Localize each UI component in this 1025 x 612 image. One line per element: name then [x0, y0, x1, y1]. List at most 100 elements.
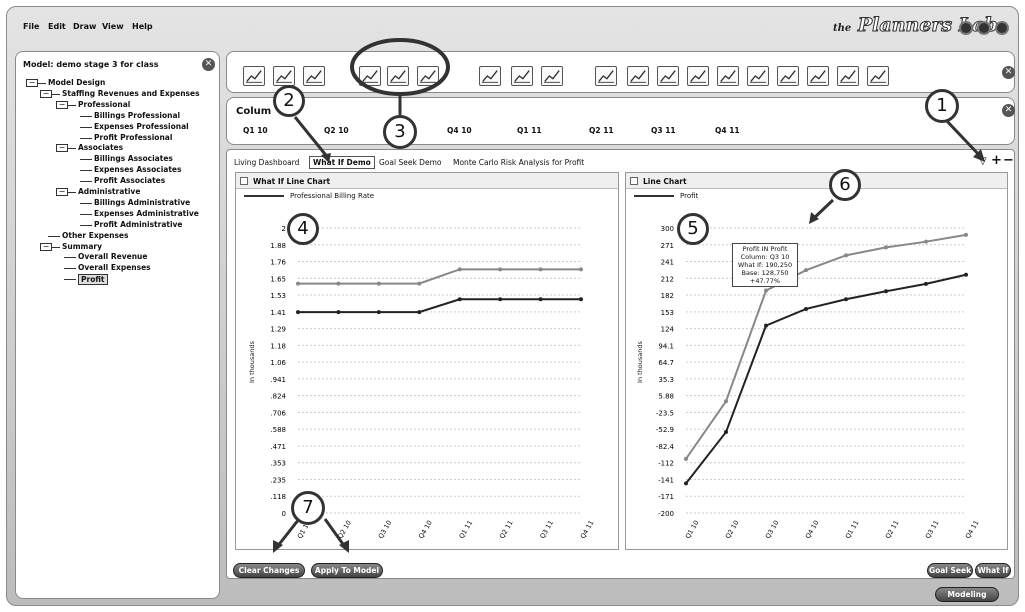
goal-seek-button[interactable]: Goal Seek — [927, 563, 973, 578]
add-tab-icon[interactable]: + — [991, 153, 1002, 168]
tree-node[interactable]: Billings Associates — [94, 154, 173, 163]
y-tick-label: 212 — [661, 275, 674, 283]
menu-draw[interactable]: Draw — [73, 22, 96, 31]
tree-collapse-icon[interactable]: − — [56, 188, 68, 196]
chart-icon[interactable] — [595, 66, 617, 86]
column-header[interactable]: Q2 11 — [589, 126, 614, 135]
y-tick-label: .353 — [270, 460, 286, 468]
tree-collapse-icon[interactable]: − — [56, 144, 68, 153]
data-point — [538, 297, 543, 302]
goal-seek-icon[interactable] — [777, 66, 799, 86]
tooltip-line: What If: 190,250 — [737, 261, 793, 269]
tree-collapse-icon[interactable]: − — [40, 242, 52, 251]
y-tick-label: 1.65 — [270, 275, 286, 283]
collapse-icon[interactable]: ▽ — [979, 156, 987, 167]
callout-7: 7 — [291, 491, 325, 525]
text-icon[interactable] — [867, 66, 889, 86]
model-title: Model: demo stage 3 for class — [23, 60, 159, 69]
bar-chart-icon[interactable] — [273, 66, 295, 86]
tab-what-if-demo[interactable]: What If Demo — [309, 156, 375, 169]
tooltip-line: Base: 128,750 — [741, 269, 789, 277]
tree-node[interactable]: Billings Administrative — [94, 198, 190, 207]
column-header[interactable]: Q1 10 — [243, 126, 268, 135]
tab-living-dashboard[interactable]: Living Dashboard — [234, 158, 299, 167]
data-point — [579, 267, 583, 272]
column-header[interactable]: Q1 11 — [517, 126, 542, 135]
tree-node[interactable]: Profit Professional — [94, 133, 172, 142]
callout-6: 6 — [829, 169, 861, 201]
menu-help[interactable]: Help — [132, 22, 153, 31]
menu-bar: File Edit Draw View Help the Planners La… — [7, 7, 1018, 47]
tree-collapse-icon[interactable]: − — [40, 89, 52, 98]
column-header[interactable]: Q4 10 — [447, 126, 472, 135]
maximize-button[interactable] — [977, 21, 991, 35]
data-point — [764, 323, 768, 328]
y-tick-label: -171 — [658, 493, 674, 501]
callout-3: 3 — [383, 115, 417, 149]
column-header[interactable]: Q4 11 — [715, 126, 740, 135]
stacked-bar-icon[interactable] — [657, 66, 679, 86]
tree-node[interactable]: Model Design — [48, 78, 105, 87]
tree-node[interactable]: Administrative — [78, 187, 140, 196]
minimize-button[interactable] — [959, 21, 973, 35]
clear-changes-button[interactable]: Clear Changes — [233, 563, 305, 578]
line-chart-icon[interactable] — [243, 66, 265, 86]
tab-monte-carlo[interactable]: Monte Carlo Risk Analysis for Profit — [453, 158, 584, 167]
what-if-line-icon[interactable] — [359, 66, 381, 86]
tree-node[interactable]: Professional — [78, 100, 130, 109]
data-tooltip: Profit IN Profit Column: Q3 10 What If: … — [732, 243, 798, 287]
tree-node[interactable]: Other Expenses — [62, 231, 128, 240]
tree-node[interactable]: Profit — [78, 274, 108, 286]
tree-node[interactable]: Summary — [62, 242, 102, 251]
tree-node[interactable]: Expenses Associates — [94, 165, 181, 174]
globe-icon[interactable] — [837, 66, 859, 86]
tree-connector — [80, 170, 92, 172]
tree-collapse-icon[interactable]: − — [56, 100, 68, 109]
sensitivity-icon[interactable] — [747, 66, 769, 86]
scatter-icon[interactable] — [717, 66, 739, 86]
menu-view[interactable]: View — [102, 22, 124, 31]
data-point — [884, 289, 888, 294]
tree-node[interactable]: Staffing Revenues and Expenses — [62, 89, 200, 98]
compare-icon[interactable] — [807, 66, 829, 86]
series-line — [298, 268, 581, 285]
add-line-chart-icon[interactable] — [479, 66, 501, 86]
tree-node[interactable]: Associates — [78, 143, 123, 152]
column-header[interactable]: Q2 10 — [324, 126, 349, 135]
what-if-table-icon[interactable] — [417, 66, 439, 86]
tab-goal-seek-demo[interactable]: Goal Seek Demo — [379, 158, 441, 167]
apply-to-model-button[interactable]: Apply To Model — [311, 563, 383, 578]
tree-node[interactable]: Expenses Administrative — [94, 209, 199, 218]
close-window-button[interactable] — [995, 21, 1009, 35]
tree-collapse-icon[interactable]: − — [26, 79, 38, 87]
remove-tab-icon[interactable]: − — [1003, 153, 1014, 168]
x-tick-label: Q4 10 — [417, 519, 434, 540]
menu-file[interactable]: File — [23, 22, 39, 31]
table-icon[interactable] — [303, 66, 325, 86]
close-model-panel-icon[interactable]: ✕ — [202, 58, 215, 71]
modeling-button[interactable]: Modeling — [935, 587, 999, 602]
model-panel: Model: demo stage 3 for class ✕ Model De… — [15, 51, 220, 599]
data-point — [964, 272, 968, 277]
tree-node[interactable]: Billings Professional — [94, 111, 180, 120]
menu-edit[interactable]: Edit — [48, 22, 66, 31]
add-table-icon[interactable] — [541, 66, 563, 86]
y-tick-label: 64.7 — [658, 359, 674, 367]
y-tick-label: 1.29 — [270, 326, 286, 334]
column-header[interactable]: Q3 11 — [651, 126, 676, 135]
tree-node[interactable]: Profit Associates — [94, 176, 165, 185]
area-chart-icon[interactable] — [627, 66, 649, 86]
add-bar-chart-icon[interactable] — [511, 66, 533, 86]
close-columns-panel-icon[interactable]: ✕ — [1002, 104, 1015, 117]
tree-node[interactable]: Overall Expenses — [78, 263, 151, 272]
data-point — [884, 245, 888, 250]
tree-chart-icon[interactable] — [687, 66, 709, 86]
tree-node[interactable]: Profit Administrative — [94, 220, 183, 229]
tree-node[interactable]: Expenses Professional — [94, 122, 189, 131]
tree-node[interactable]: Overall Revenue — [78, 252, 147, 261]
x-tick-label: Q1 10 — [684, 519, 701, 540]
what-if-button[interactable]: What If — [975, 563, 1011, 578]
close-toolbar-icon[interactable]: ✕ — [1002, 66, 1015, 79]
tree-connector — [80, 181, 92, 183]
what-if-bar-icon[interactable] — [387, 66, 409, 86]
